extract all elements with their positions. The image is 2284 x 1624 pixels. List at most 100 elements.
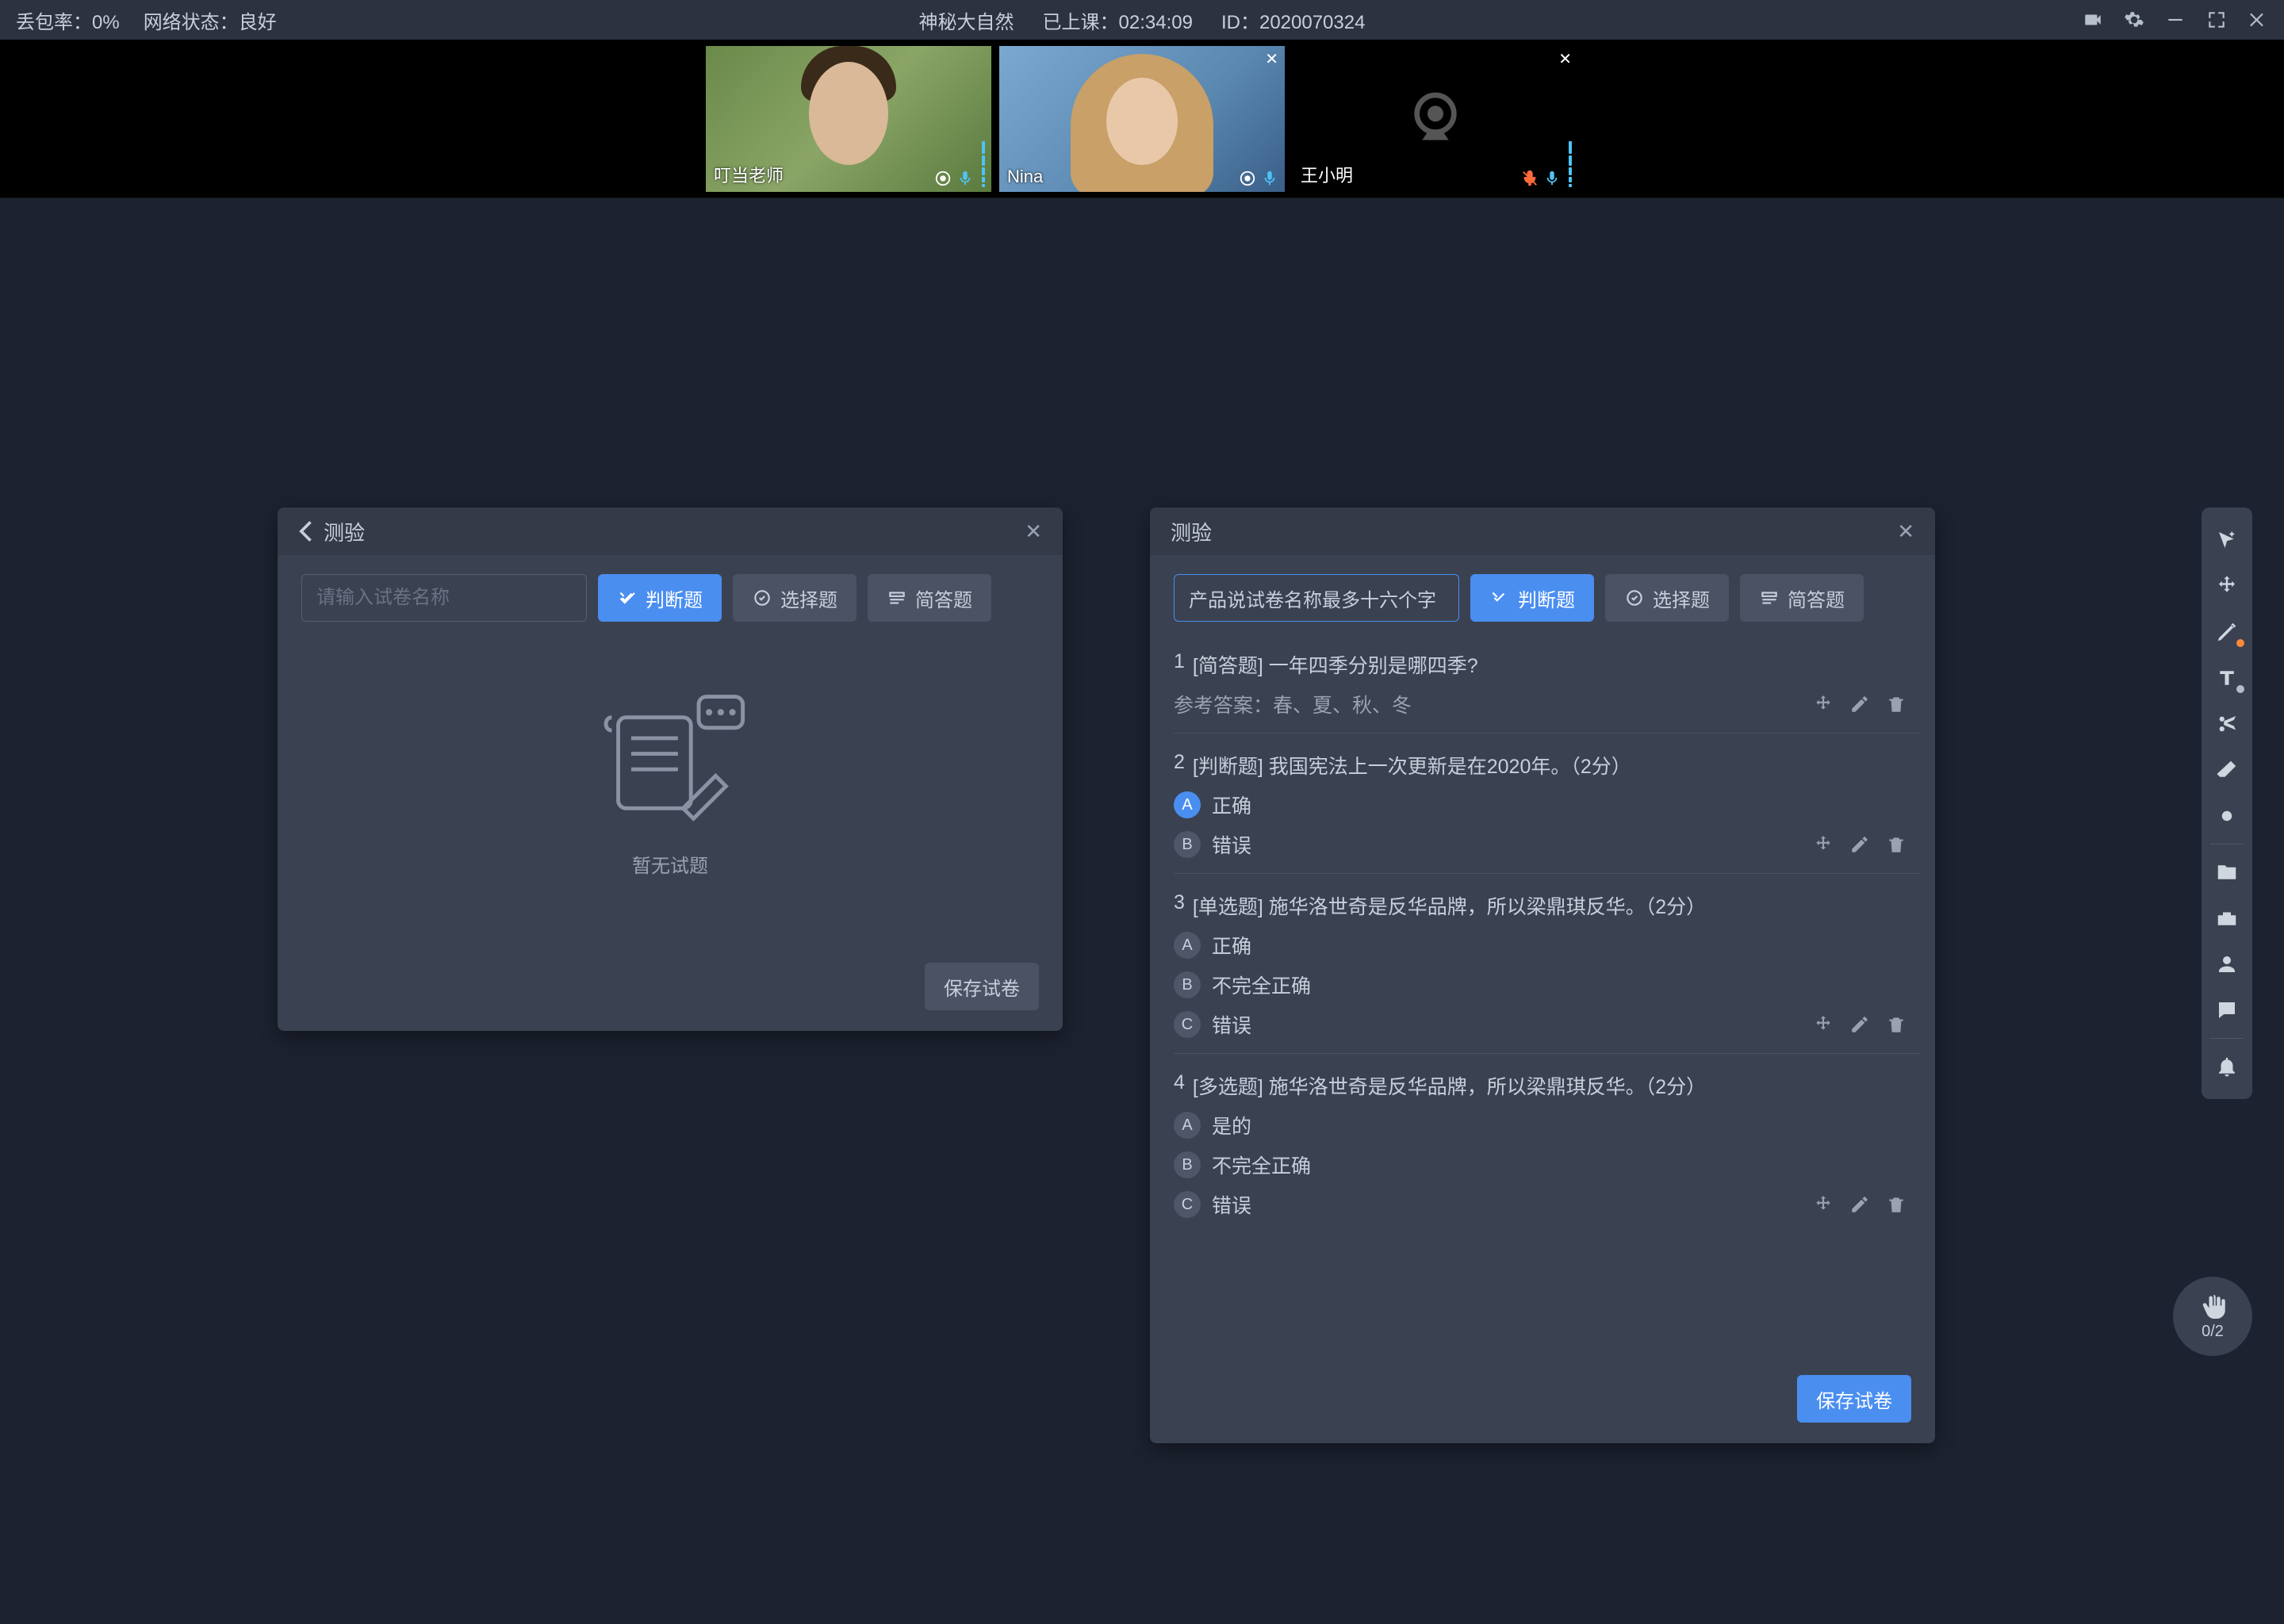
signal-icon (982, 141, 985, 187)
side-toolbar (2202, 508, 2252, 1099)
empty-illustration-icon (591, 691, 749, 834)
option-row: B不完全正确 (1174, 971, 1921, 999)
edit-icon[interactable] (1849, 1014, 1870, 1035)
question-actions (1813, 834, 1907, 855)
back-icon[interactable] (298, 521, 312, 542)
option-letter: A (1174, 932, 1201, 959)
delete-icon[interactable] (1886, 1194, 1907, 1215)
color-dot-tool[interactable] (2202, 793, 2252, 839)
edit-icon[interactable] (1849, 834, 1870, 855)
save-quiz-button[interactable]: 保存试卷 (1797, 1375, 1911, 1423)
delete-icon[interactable] (1886, 834, 1907, 855)
close-icon[interactable]: ✕ (1025, 519, 1042, 544)
toolbox-icon (2215, 906, 2239, 930)
question-list: 1[简答题] 一年四季分别是哪四季?参考答案：春、夏、秋、冬 2[判断题] 我国宪… (1150, 622, 1929, 1359)
text-tool[interactable] (2202, 655, 2252, 701)
question-title: 3[单选题] 施华洛世奇是反华品牌，所以梁鼎琪反华。（2分） (1174, 891, 1921, 920)
question-item: 2[判断题] 我国宪法上一次更新是在2020年。（2分）A正确B错误 (1174, 733, 1921, 874)
header-center: 神秘大自然 已上课：02:34:09 ID：2020070324 (919, 6, 1366, 34)
move-icon[interactable] (1813, 1014, 1834, 1035)
move-icon[interactable] (1813, 694, 1834, 714)
question-item: 1[简答题] 一年四季分别是哪四季?参考答案：春、夏、秋、冬 (1174, 633, 1921, 733)
quiz-name-input[interactable] (1174, 574, 1459, 622)
judge-icon (1489, 588, 1510, 608)
add-short-button[interactable]: 简答题 (1740, 574, 1864, 622)
add-judge-button[interactable]: 判断题 (1470, 574, 1594, 622)
option-letter: B (1174, 1151, 1201, 1178)
video-close-icon[interactable]: ✕ (1265, 49, 1278, 69)
eraser-tool[interactable] (2202, 747, 2252, 793)
toolbox-tool[interactable] (2202, 895, 2252, 941)
scissors-icon (2215, 712, 2239, 736)
panel-footer: 保存试卷 (278, 947, 1063, 1031)
panel-toolbar: 判断题 选择题 简答题 (1150, 555, 1935, 622)
hand-icon (2198, 1293, 2227, 1321)
question-actions (1813, 694, 1907, 714)
person-tool[interactable] (2202, 941, 2252, 987)
bell-icon (2215, 1055, 2239, 1078)
camera-status-icon (1239, 170, 1256, 187)
chat-tool[interactable] (2202, 987, 2252, 1033)
empty-text: 暂无试题 (632, 850, 708, 878)
delete-icon[interactable] (1886, 694, 1907, 714)
bell-tool[interactable] (2202, 1044, 2252, 1090)
option-letter: B (1174, 831, 1201, 858)
video-tile-teacher[interactable]: 叮当老师 (706, 46, 991, 192)
add-short-button[interactable]: 简答题 (868, 574, 991, 622)
network-status: 网络状态：良好 (144, 6, 277, 34)
scissors-tool[interactable] (2202, 701, 2252, 747)
question-actions (1813, 1194, 1907, 1215)
camera-toggle-icon[interactable] (2083, 10, 2103, 30)
move-icon[interactable] (1813, 1194, 1834, 1215)
text-icon (2215, 666, 2239, 690)
cursor-sparkle-tool[interactable] (2202, 517, 2252, 563)
mic-muted-icon (1521, 170, 1539, 187)
move-icon[interactable] (1813, 834, 1834, 855)
option-row: A正确 (1174, 791, 1921, 819)
folder-tool[interactable] (2202, 849, 2252, 895)
panel-title: 测验 (1171, 517, 1212, 546)
video-name: 王小明 (1301, 162, 1353, 187)
select-icon (1624, 588, 1645, 608)
panel-header: 测验 ✕ (278, 508, 1063, 555)
hand-raise-badge[interactable]: 0/2 (2173, 1277, 2252, 1356)
header-right (2083, 10, 2268, 30)
video-close-icon[interactable]: ✕ (1558, 49, 1572, 69)
video-tile-student[interactable]: ✕ Nina (999, 46, 1285, 192)
select-icon (752, 588, 772, 608)
fullscreen-icon[interactable] (2206, 10, 2227, 30)
option-row: A 是的 (1174, 1111, 1921, 1139)
pen-tool[interactable] (2202, 609, 2252, 655)
close-icon[interactable]: ✕ (1897, 519, 1914, 544)
save-quiz-button[interactable]: 保存试卷 (925, 963, 1039, 1010)
add-select-button[interactable]: 选择题 (1605, 574, 1729, 622)
question-actions (1813, 1014, 1907, 1035)
panel-footer: 保存试卷 (1150, 1359, 1935, 1443)
header-bar: 丢包率：0% 网络状态：良好 神秘大自然 已上课：02:34:09 ID：202… (0, 0, 2284, 40)
question-title: 4[多选题] 施华洛世奇是反华品牌，所以梁鼎琪反华。（2分） (1174, 1071, 1921, 1100)
mic-icon (1261, 170, 1278, 187)
edit-icon[interactable] (1849, 1194, 1870, 1215)
option-text: 正确 (1212, 791, 1251, 819)
quiz-name-input[interactable] (301, 574, 587, 622)
option-text: 是的 (1212, 1111, 1251, 1139)
video-tile-student-off[interactable]: ✕ 王小明 (1293, 46, 1578, 192)
option-letter: A (1174, 1112, 1201, 1139)
add-select-button[interactable]: 选择题 (733, 574, 856, 622)
move-tool[interactable] (2202, 563, 2252, 609)
quiz-panel-empty: 测验 ✕ 判断题 选择题 简答题 暂无试题 保存试卷 (278, 508, 1063, 1031)
packet-loss: 丢包率：0% (16, 6, 120, 34)
minimize-icon[interactable] (2165, 10, 2186, 30)
add-judge-button[interactable]: 判断题 (598, 574, 722, 622)
question-title: 2[判断题] 我国宪法上一次更新是在2020年。（2分） (1174, 751, 1921, 779)
edit-icon[interactable] (1849, 694, 1870, 714)
delete-icon[interactable] (1886, 1014, 1907, 1035)
question-answer: 参考答案：春、夏、秋、冬 (1174, 690, 1921, 718)
video-name: Nina (1007, 167, 1043, 187)
settings-icon[interactable] (2124, 10, 2144, 30)
folder-icon (2215, 860, 2239, 884)
mic-icon (956, 170, 974, 187)
elapsed-time: 已上课：02:34:09 (1043, 6, 1193, 34)
close-window-icon[interactable] (2248, 10, 2268, 30)
option-letter: C (1174, 1011, 1201, 1038)
